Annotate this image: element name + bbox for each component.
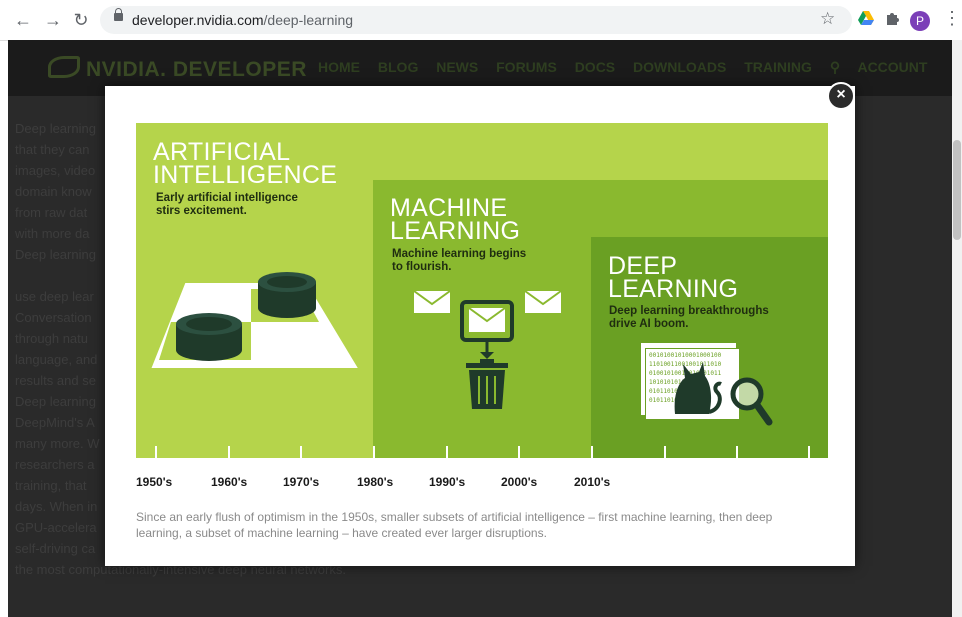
reload-icon[interactable]: ↻ (70, 9, 92, 31)
dl-subtitle: Deep learning breakthroughs drive AI boom… (609, 305, 769, 330)
nav-downloads[interactable]: DOWNLOADS (633, 59, 726, 75)
forward-icon[interactable]: → (42, 9, 64, 31)
lock-icon (114, 8, 123, 21)
nvidia-eye-icon (48, 56, 80, 78)
url-text: developer.nvidia.com/deep-learning (132, 12, 354, 28)
extensions-puzzle-icon[interactable] (884, 10, 900, 26)
nvidia-logo[interactable]: NVIDIA. DEVELOPER (48, 56, 307, 82)
scrollbar-thumb[interactable] (953, 140, 961, 240)
back-icon[interactable]: ← (12, 9, 34, 31)
nav-forums[interactable]: FORUMS (496, 59, 557, 75)
timeline-tick (808, 446, 810, 466)
nav-home[interactable]: HOME (318, 59, 360, 75)
timeline-tick (591, 446, 593, 466)
ml-title: MACHINE LEARNING (390, 194, 521, 245)
browser-toolbar: ← → ↻ developer.nvidia.com/deep-learning… (0, 0, 962, 41)
ai-title: ARTIFICIAL INTELLIGENCE (153, 138, 338, 189)
address-bar[interactable]: developer.nvidia.com/deep-learning ☆ (100, 6, 852, 34)
ai-subtitle: Early artificial intelligence stirs excit… (156, 192, 298, 217)
email-filter-icon (413, 290, 562, 409)
timeline-tick (228, 446, 230, 466)
dl-title: DEEP LEARNING (608, 252, 739, 303)
timeline-tick (518, 446, 520, 466)
decade-label: 1970's (283, 475, 320, 489)
nav-blog[interactable]: BLOG (378, 59, 418, 75)
timeline-tick (155, 446, 157, 466)
scrollbar[interactable] (952, 40, 962, 617)
menu-kebab-icon[interactable]: ⋮ (943, 8, 961, 29)
ml-subtitle: Machine learning begins to flourish. (392, 248, 527, 273)
timeline-tick (736, 446, 738, 466)
google-drive-icon[interactable] (858, 10, 874, 26)
decade-label: 2010's (574, 475, 611, 489)
infographic-modal: ARTIFICIAL INTELLIGENCE Early artificial … (105, 86, 855, 566)
nav-training[interactable]: TRAINING (744, 59, 812, 75)
nav-docs[interactable]: DOCS (575, 59, 615, 75)
timeline-tick (664, 446, 666, 466)
timeline-ticks (136, 446, 828, 466)
checkers-board-icon (151, 272, 358, 368)
decade-label: 1960's (211, 475, 248, 489)
nav-search-icon[interactable]: ⚲ (830, 59, 840, 75)
bookmark-star-icon[interactable]: ☆ (820, 9, 835, 29)
timeline-tick (373, 446, 375, 466)
infographic-caption: Since an early flush of optimism in the … (136, 510, 773, 540)
close-modal-button[interactable]: × (827, 82, 855, 110)
timeline-tick (300, 446, 302, 466)
decade-label: 2000's (501, 475, 538, 489)
timeline-tick (446, 446, 448, 466)
profile-avatar[interactable]: P (910, 11, 930, 31)
cat-magnifier-icon (674, 362, 773, 426)
nav-account[interactable]: ACCOUNT (857, 59, 927, 75)
site-nav-links: HOME BLOG NEWS FORUMS DOCS DOWNLOADS TRA… (318, 59, 941, 76)
decade-label: 1950's (136, 475, 173, 489)
decade-label: 1990's (429, 475, 466, 489)
nav-news[interactable]: NEWS (436, 59, 478, 75)
decade-label: 1980's (357, 475, 394, 489)
